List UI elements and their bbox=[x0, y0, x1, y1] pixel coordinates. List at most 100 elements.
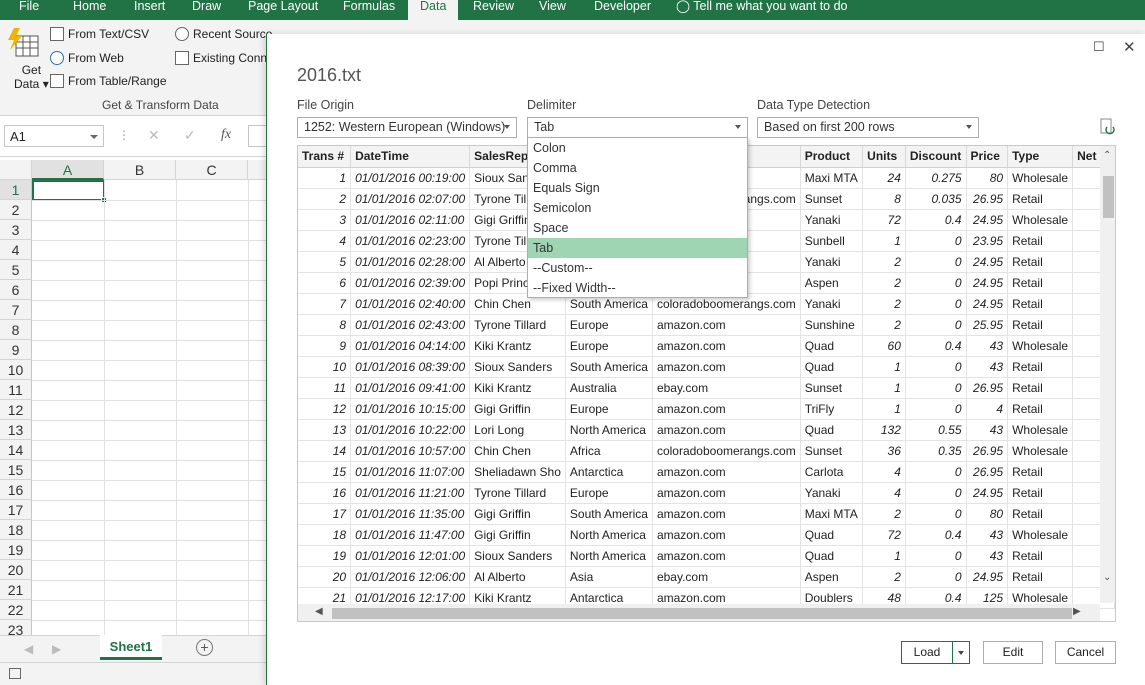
cancel-icon[interactable]: ✕ bbox=[148, 127, 160, 144]
table-cell: 2 bbox=[862, 566, 906, 588]
table-cell: Wholesale bbox=[1007, 209, 1074, 231]
table-cell: amazon.com bbox=[652, 461, 801, 483]
from-web-button[interactable]: From Web bbox=[50, 51, 124, 65]
tab-file[interactable]: File bbox=[19, 0, 39, 20]
row-header[interactable]: 6 bbox=[0, 280, 32, 300]
sheet-tab-sheet1[interactable]: Sheet1 bbox=[100, 635, 162, 660]
row-header[interactable]: 1 bbox=[0, 180, 32, 200]
row-header[interactable]: 14 bbox=[0, 440, 32, 460]
maximize-icon[interactable]: ☐ bbox=[1093, 39, 1105, 55]
column-header-a[interactable]: A bbox=[32, 160, 104, 180]
active-cell-a1[interactable] bbox=[32, 180, 107, 203]
row-header[interactable]: 7 bbox=[0, 300, 32, 320]
tab-draw[interactable]: Draw bbox=[192, 0, 221, 20]
chevron-down-icon bbox=[966, 125, 972, 132]
tab-insert[interactable]: Insert bbox=[134, 0, 165, 20]
insert-function-icon[interactable]: fx bbox=[221, 127, 231, 143]
delimiter-option[interactable]: Comma bbox=[528, 158, 747, 178]
scroll-left-icon[interactable]: ◀ bbox=[315, 606, 323, 617]
column-header-c[interactable]: C bbox=[176, 160, 248, 180]
table-cell: amazon.com bbox=[652, 419, 801, 441]
select-all-corner[interactable] bbox=[0, 160, 32, 180]
row-header[interactable]: 23 bbox=[0, 620, 32, 635]
row-header[interactable]: 12 bbox=[0, 400, 32, 420]
row-header[interactable]: 16 bbox=[0, 480, 32, 500]
row-header[interactable]: 21 bbox=[0, 580, 32, 600]
delimiter-option[interactable]: Equals Sign bbox=[528, 178, 747, 198]
enter-icon[interactable]: ✓ bbox=[184, 127, 196, 144]
horizontal-scroll-thumb[interactable] bbox=[332, 608, 1072, 619]
tell-me-search[interactable]: ◯ Tell me what you want to do bbox=[676, 0, 848, 20]
load-options-button[interactable] bbox=[952, 641, 970, 664]
row-header[interactable]: 20 bbox=[0, 560, 32, 580]
grid-line bbox=[32, 620, 266, 621]
row-header[interactable]: 4 bbox=[0, 240, 32, 260]
row-header[interactable]: 17 bbox=[0, 500, 32, 520]
clock-icon bbox=[175, 27, 189, 41]
row-header[interactable]: 3 bbox=[0, 220, 32, 240]
table-cell: 4 bbox=[298, 230, 352, 252]
table-cell: 72 bbox=[862, 524, 906, 546]
from-table-range-button[interactable]: From Table/Range bbox=[50, 74, 167, 88]
scroll-left-icon[interactable]: ◀ bbox=[24, 642, 33, 656]
column-header-d[interactable] bbox=[248, 160, 266, 180]
tab-view[interactable]: View bbox=[539, 0, 566, 20]
get-data-button[interactable]: Get Data ▾ bbox=[14, 63, 49, 91]
vertical-scrollbar[interactable]: ⌃ ⌄ bbox=[1100, 146, 1115, 603]
close-icon[interactable]: ✕ bbox=[1123, 38, 1136, 56]
table-cell: Retail bbox=[1007, 461, 1074, 483]
row-header[interactable]: 13 bbox=[0, 420, 32, 440]
macro-record-icon[interactable] bbox=[9, 668, 21, 679]
table-row: 19 01/01/2016 12:01:00 Sioux Sanders North … bbox=[298, 545, 1115, 567]
row-header[interactable]: 11 bbox=[0, 380, 32, 400]
row-header[interactable]: 18 bbox=[0, 520, 32, 540]
table-cell: Sunshine bbox=[800, 314, 864, 336]
delimiter-option[interactable]: Semicolon bbox=[528, 198, 747, 218]
formula-input[interactable] bbox=[248, 125, 268, 147]
column-header-b[interactable]: B bbox=[104, 160, 176, 180]
tab-formulas[interactable]: Formulas bbox=[343, 0, 395, 20]
delimiter-option[interactable]: --Custom-- bbox=[528, 258, 747, 278]
vertical-scroll-thumb[interactable] bbox=[1103, 176, 1114, 218]
refresh-preview-icon[interactable] bbox=[1099, 118, 1115, 135]
row-header[interactable]: 8 bbox=[0, 320, 32, 340]
name-box[interactable]: A1 bbox=[4, 125, 104, 147]
row-header[interactable]: 10 bbox=[0, 360, 32, 380]
delimiter-option[interactable]: Space bbox=[528, 218, 747, 238]
existing-connections-button[interactable]: Existing Conn bbox=[175, 51, 267, 65]
row-header[interactable]: 22 bbox=[0, 600, 32, 620]
file-origin-select[interactable]: 1252: Western European (Windows) bbox=[297, 117, 517, 138]
tab-page-layout[interactable]: Page Layout bbox=[248, 0, 318, 20]
load-button[interactable]: Load bbox=[901, 641, 953, 664]
add-sheet-icon[interactable]: + bbox=[196, 639, 213, 656]
delimiter-option[interactable]: --Fixed Width-- bbox=[528, 278, 747, 298]
delimiter-select[interactable]: Tab bbox=[527, 117, 748, 138]
from-text-csv-button[interactable]: From Text/CSV bbox=[50, 27, 149, 41]
scroll-right-icon[interactable]: ▶ bbox=[52, 642, 61, 656]
row-header[interactable]: 9 bbox=[0, 340, 32, 360]
scroll-down-icon[interactable]: ⌄ bbox=[1103, 572, 1111, 583]
tab-review[interactable]: Review bbox=[473, 0, 514, 20]
scroll-right-icon[interactable]: ▶ bbox=[1073, 606, 1081, 617]
tab-developer[interactable]: Developer bbox=[594, 0, 651, 20]
row-header[interactable]: 5 bbox=[0, 260, 32, 280]
cancel-button[interactable]: Cancel bbox=[1055, 641, 1116, 664]
edit-button[interactable]: Edit bbox=[983, 641, 1043, 664]
delimiter-option[interactable]: Tab bbox=[528, 238, 747, 258]
data-type-detection-select[interactable]: Based on first 200 rows bbox=[757, 117, 979, 138]
worksheet-grid[interactable]: A B C 1 2 3 4 5 6 7 8 9 10 11 12 13 14 15 16 17 18 19 20 21 2… bbox=[0, 160, 266, 635]
grid-line bbox=[248, 180, 249, 635]
preview-column-header: Type bbox=[1007, 146, 1074, 168]
delimiter-option[interactable]: Colon bbox=[528, 138, 747, 158]
row-header[interactable]: 19 bbox=[0, 540, 32, 560]
recent-sources-button[interactable]: Recent Source bbox=[175, 27, 272, 41]
tab-home[interactable]: Home bbox=[73, 0, 106, 20]
scroll-up-icon[interactable]: ⌃ bbox=[1103, 150, 1111, 161]
horizontal-scrollbar[interactable]: ◀ ▶ bbox=[298, 604, 1100, 621]
table-cell: Wholesale bbox=[1007, 440, 1074, 462]
table-cell: Sunset bbox=[800, 377, 864, 399]
row-header[interactable]: 2 bbox=[0, 200, 32, 220]
tab-data[interactable]: Data bbox=[408, 0, 459, 20]
row-header[interactable]: 15 bbox=[0, 460, 32, 480]
grid-line bbox=[32, 460, 266, 461]
